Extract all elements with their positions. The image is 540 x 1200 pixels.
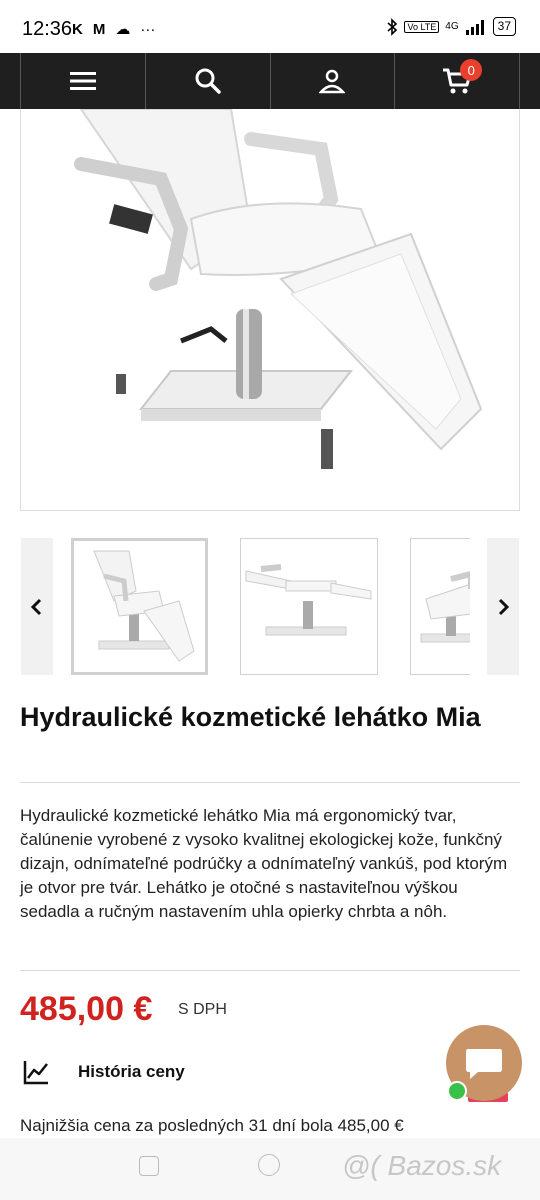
thumbnail-next-button[interactable] [487,538,519,675]
cart-count-badge: 0 [460,59,483,81]
chevron-right-icon [498,598,510,615]
status-notification-icons: K M ☁ ··· [72,20,156,39]
menu-button[interactable] [20,53,145,109]
thumbnail-chair-flat-image [245,564,372,636]
thumbnail-1[interactable] [71,538,208,675]
signal-icon [465,19,484,35]
thumbnail-2[interactable] [240,538,378,675]
description-divider [20,970,520,971]
more-icon: ··· [140,20,156,38]
vat-label: S DPH [178,1001,227,1018]
menu-icon [69,72,96,90]
title-divider [20,782,520,783]
thumbnail-chair-image [93,550,195,662]
search-button[interactable] [144,53,270,109]
user-icon [319,69,346,94]
cart-button[interactable]: 0 [394,53,520,109]
volte-icon: Vo LTE [404,20,440,33]
thumbnail-prev-button[interactable] [21,538,53,675]
chat-bubble-icon [466,1049,502,1079]
bluetooth-icon [387,17,398,36]
status-time: 12:36 [22,18,73,40]
thumbnail-chair-side-image [420,571,470,643]
thumbnail-3[interactable] [410,538,470,675]
salon-chair-image [74,109,483,469]
product-price: 485,00 € [20,990,153,1028]
online-status-dot [447,1081,467,1101]
account-button[interactable] [269,53,395,109]
price-history-link[interactable]: História ceny [22,1058,185,1086]
recent-apps-button[interactable] [139,1156,159,1176]
k-icon: K [72,20,83,38]
chevron-left-icon [30,598,42,615]
product-title: Hydraulické kozmetické lehátko Mia [20,702,481,732]
product-description: Hydraulické kozmetické lehátko Mia má er… [20,806,508,921]
product-main-image[interactable] [20,109,520,511]
price-history-label: História ceny [78,1062,185,1081]
network-type: 4G [445,21,459,32]
lowest-price-note: Najnižšia cena za posledných 31 dní bola… [20,1116,404,1135]
gmail-icon: M [92,20,106,38]
cloud-icon: ☁ [115,21,131,38]
bazos-watermark: @( Bazos.sk [342,1150,502,1181]
line-chart-icon [23,1061,48,1085]
status-system-icons: Vo LTE 4G 37 [386,17,516,36]
status-bar: 12:36 K M ☁ ··· Vo LTE 4G 37 [0,0,540,56]
search-icon [195,68,221,94]
home-button[interactable] [258,1154,280,1176]
top-navigation: 0 [0,53,540,109]
battery-icon: 37 [492,17,516,36]
